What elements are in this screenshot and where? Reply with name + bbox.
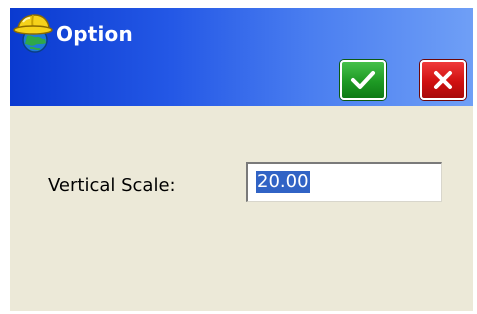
cancel-button[interactable]: [420, 60, 466, 100]
title-bar: Option: [10, 8, 473, 106]
ok-button[interactable]: [340, 60, 386, 100]
vertical-scale-value[interactable]: 20.00: [256, 171, 310, 193]
checkmark-icon: [351, 71, 375, 89]
option-dialog: Option Vertical Scale: 20.00: [10, 8, 473, 311]
vertical-scale-input[interactable]: 20.00: [246, 162, 442, 202]
helmet-globe-icon: [13, 14, 53, 53]
window-title: Option: [56, 22, 133, 46]
close-x-icon: [434, 71, 452, 89]
vertical-scale-label: Vertical Scale:: [48, 175, 176, 196]
